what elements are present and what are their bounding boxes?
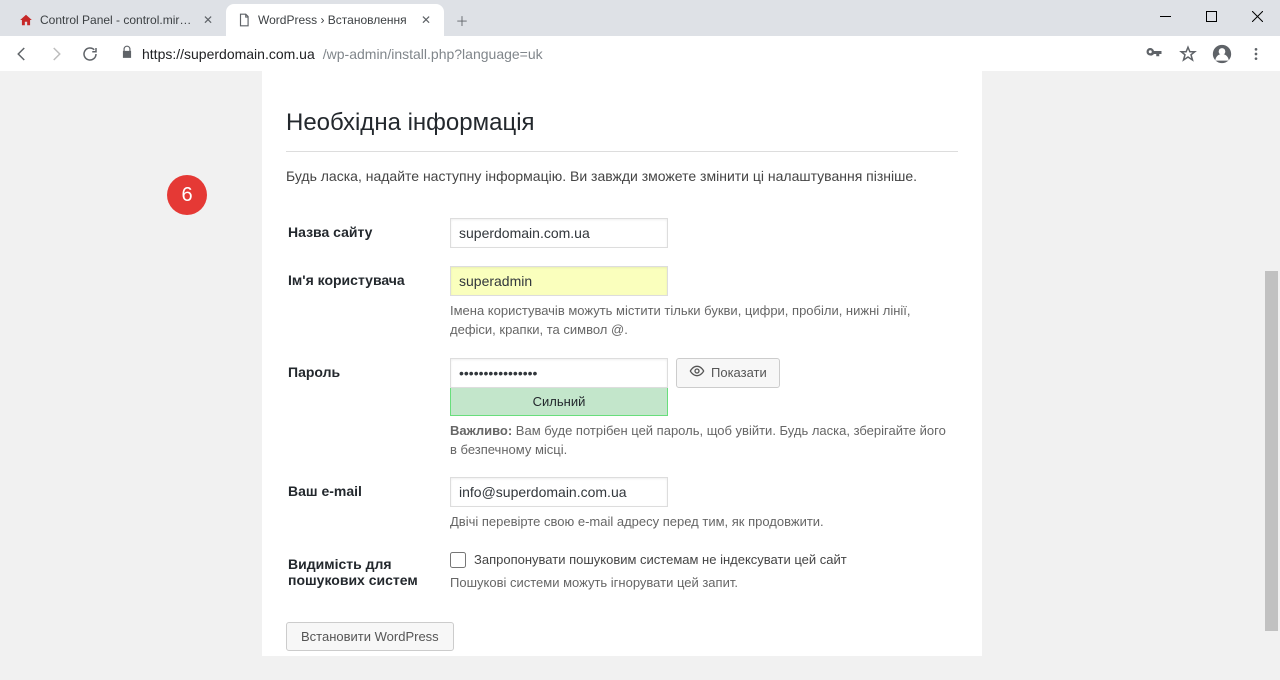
house-icon bbox=[18, 12, 34, 28]
scrollbar-thumb[interactable] bbox=[1265, 271, 1278, 631]
site-title-label: Назва сайту bbox=[288, 224, 372, 240]
section-heading: Необхідна інформація bbox=[286, 103, 958, 152]
menu-icon[interactable] bbox=[1246, 44, 1266, 64]
tab-title: WordPress › Встановлення bbox=[258, 13, 412, 27]
key-icon[interactable] bbox=[1144, 44, 1164, 64]
url-path: /wp-admin/install.php?language=uk bbox=[323, 46, 543, 62]
scrollbar[interactable] bbox=[1263, 71, 1280, 680]
eye-icon bbox=[689, 363, 705, 382]
step-badge: 6 bbox=[167, 175, 207, 215]
visibility-label: Видимість для пошукових систем bbox=[288, 556, 418, 588]
install-button[interactable]: Встановити WordPress bbox=[286, 622, 454, 651]
back-button[interactable] bbox=[8, 40, 36, 68]
username-input[interactable] bbox=[450, 266, 668, 296]
page-icon bbox=[236, 12, 252, 28]
star-icon[interactable] bbox=[1178, 44, 1198, 64]
username-label: Ім'я користувача bbox=[288, 272, 405, 288]
install-panel: . Необхідна інформація Будь ласка, надай… bbox=[262, 71, 982, 656]
forward-button[interactable] bbox=[42, 40, 70, 68]
intro-text: Будь ласка, надайте наступну інформацію.… bbox=[286, 168, 958, 184]
visibility-checkbox[interactable] bbox=[450, 552, 466, 568]
window-close-button[interactable] bbox=[1234, 0, 1280, 32]
email-input[interactable] bbox=[450, 477, 668, 507]
tab-title: Control Panel - control.mirohost. bbox=[40, 13, 194, 27]
email-label: Ваш e-mail bbox=[288, 483, 362, 499]
password-input[interactable] bbox=[450, 358, 668, 388]
new-tab-button[interactable]: ＋ bbox=[448, 6, 476, 34]
profile-icon[interactable] bbox=[1212, 44, 1232, 64]
lock-icon bbox=[120, 45, 134, 62]
close-icon[interactable]: ✕ bbox=[418, 12, 434, 28]
password-strength: Сильний bbox=[450, 388, 668, 416]
close-icon[interactable]: ✕ bbox=[200, 12, 216, 28]
site-title-input[interactable] bbox=[450, 218, 668, 248]
password-important: Важливо: Вам буде потрібен цей пароль, щ… bbox=[450, 422, 956, 460]
browser-tab-1[interactable]: Control Panel - control.mirohost. ✕ bbox=[8, 4, 226, 36]
visibility-note: Пошукові системи можуть ігнорувати цей з… bbox=[450, 574, 956, 593]
visibility-checkbox-label: Запропонувати пошуковим системам не інде… bbox=[474, 552, 847, 567]
email-hint: Двічі перевірте свою e-mail адресу перед… bbox=[450, 513, 956, 532]
minimize-button[interactable] bbox=[1142, 0, 1188, 32]
browser-tab-2[interactable]: WordPress › Встановлення ✕ bbox=[226, 4, 444, 36]
show-password-button[interactable]: Показати bbox=[676, 358, 780, 388]
password-label: Пароль bbox=[288, 364, 340, 380]
username-hint: Імена користувачів можуть містити тільки… bbox=[450, 302, 956, 340]
reload-button[interactable] bbox=[76, 40, 104, 68]
address-bar[interactable]: https://superdomain.com.ua/wp-admin/inst… bbox=[110, 40, 1138, 68]
url-host: https://superdomain.com.ua bbox=[142, 46, 315, 62]
maximize-button[interactable] bbox=[1188, 0, 1234, 32]
